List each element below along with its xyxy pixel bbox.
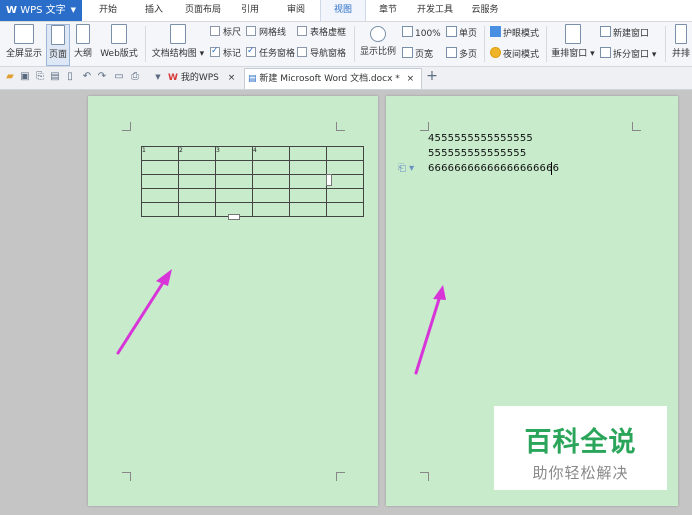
watermark-subtitle: 助你轻松解决 xyxy=(532,464,629,482)
pink-arrow xyxy=(414,285,446,375)
pink-arrow xyxy=(116,269,172,355)
watermark-title: 百科全说 xyxy=(524,427,637,458)
watermark-logo: 百科全说 助你轻松解决 xyxy=(494,406,667,490)
